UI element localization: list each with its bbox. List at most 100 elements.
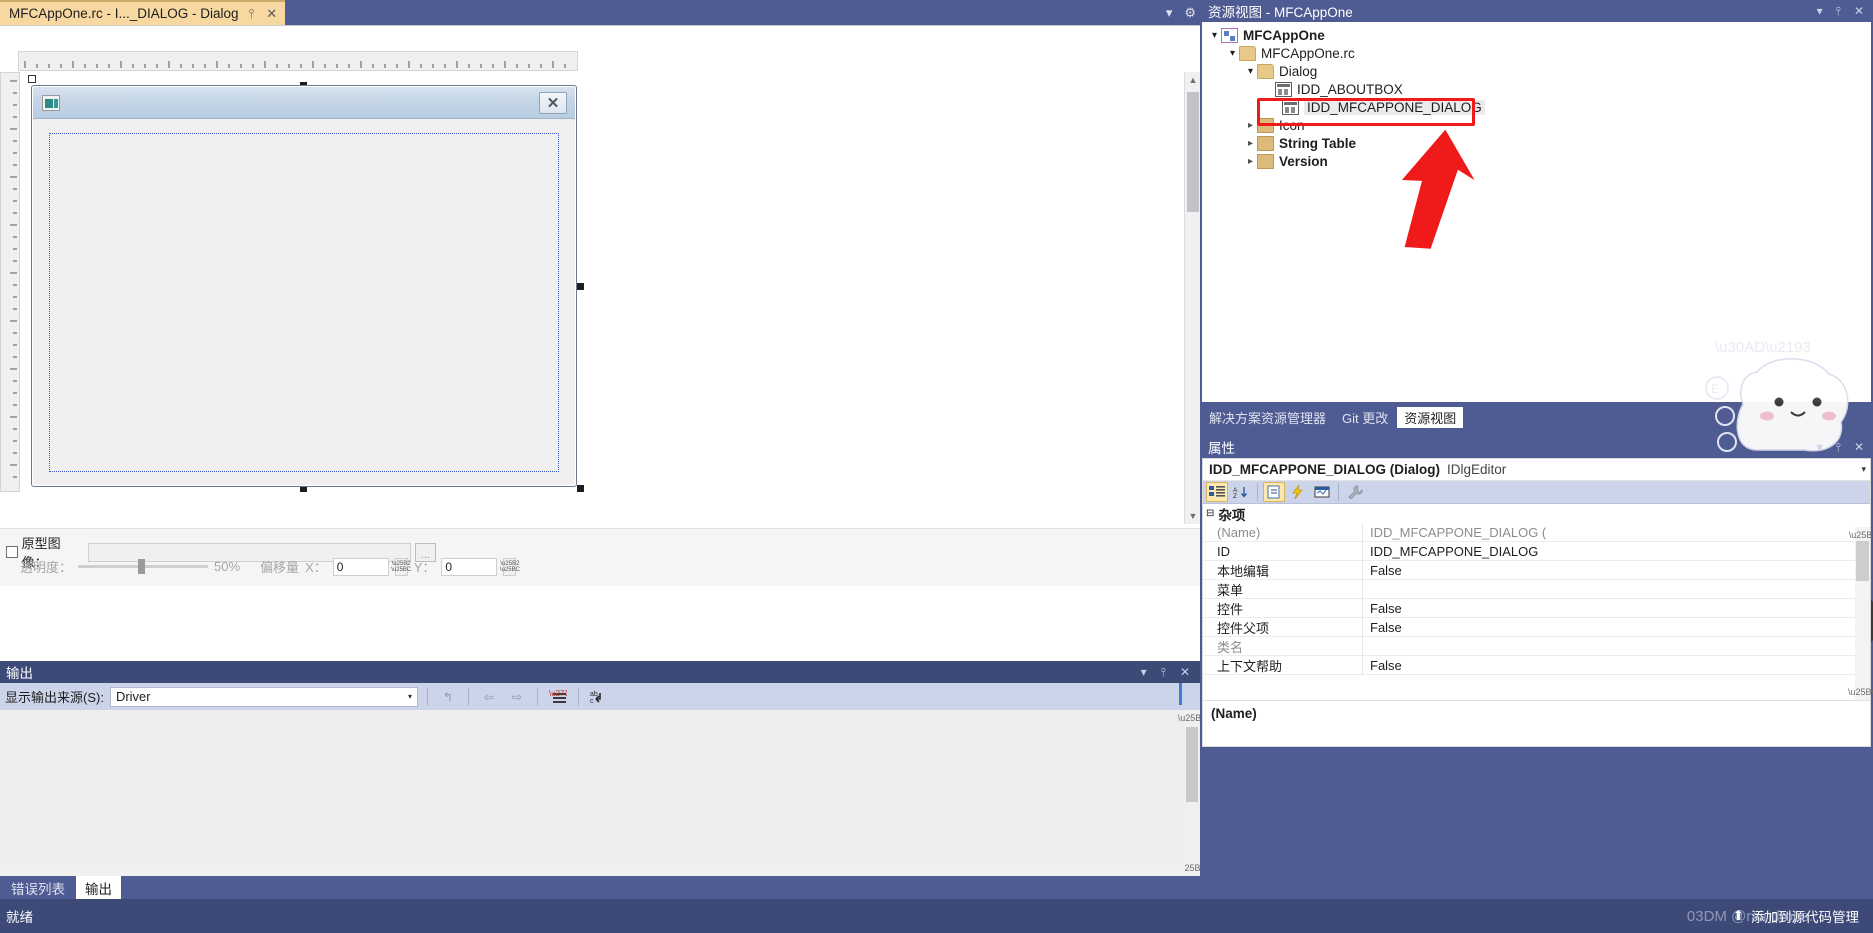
properties-object-selector[interactable]: IDD_MFCAPPONE_DIALOG (Dialog) IDlgEditor… (1203, 459, 1870, 481)
tab-output[interactable]: 输出 (76, 876, 121, 899)
property-row-context-help[interactable]: 上下文帮助 False (1203, 655, 1870, 675)
resource-view-close-icon[interactable]: ✕ (1854, 4, 1864, 18)
tree-node-idd-aboutbox[interactable]: IDD_ABOUTBOX (1202, 80, 1871, 98)
output-close-icon[interactable]: ✕ (1180, 665, 1190, 679)
output-pin-icon[interactable]: ⫯ (1161, 665, 1166, 680)
output-dropdown-icon[interactable]: ▾ (1141, 665, 1147, 679)
output-scroll-down-arrow[interactable]: \u25BC (1177, 860, 1207, 876)
property-row-id[interactable]: ID IDD_MFCAPPONE_DIALOG (1203, 541, 1870, 561)
chevron-down-icon[interactable]: ▾ (408, 692, 415, 701)
scroll-up-arrow[interactable]: ▲ (1185, 72, 1201, 88)
property-value[interactable] (1363, 580, 1870, 599)
lightning-icon (1292, 485, 1303, 499)
property-value[interactable]: False (1363, 618, 1870, 637)
output-scrollbar-thumb[interactable] (1186, 727, 1198, 802)
tree-node-mfcappone-rc[interactable]: MFCAppOne.rc (1202, 44, 1871, 62)
resize-handle-middleright[interactable] (577, 283, 584, 290)
property-row-name[interactable]: (Name) IDD_MFCAPPONE_DIALOG ( (1203, 522, 1870, 542)
toggle-word-wrap-icon[interactable]: ab c (588, 686, 610, 707)
resize-handle-bottomright[interactable] (577, 485, 584, 492)
twisty-expanded-icon[interactable] (1226, 48, 1239, 59)
tabstrip-dropdown-icon[interactable]: ▾ (1166, 5, 1173, 21)
properties-category-misc[interactable]: ⊟ 杂项 (1203, 504, 1870, 523)
tree-node-idd-mfcappone-dialog[interactable]: IDD_MFCAPPONE_DIALOG (1202, 98, 1871, 116)
property-value[interactable]: False (1363, 561, 1870, 580)
property-row-local-edit[interactable]: 本地编辑 False (1203, 560, 1870, 580)
dialog-preview[interactable]: ✕ (31, 85, 577, 487)
property-pages-button[interactable] (1344, 482, 1366, 502)
twisty-collapsed-icon[interactable] (1244, 138, 1257, 149)
design-surface[interactable]: ✕ (28, 73, 1178, 523)
output-vertical-scrollbar[interactable]: \u25B2 \u25BC (1177, 710, 1207, 876)
tree-node-string-table[interactable]: String Table (1202, 134, 1871, 152)
property-value[interactable]: IDD_MFCAPPONE_DIALOG (1363, 542, 1870, 561)
tab-git-changes[interactable]: Git 更改 (1335, 407, 1395, 428)
tab-pin-icon[interactable]: ⫯ (247, 6, 257, 22)
property-value[interactable]: False (1363, 656, 1870, 675)
twisty-expanded-icon[interactable] (1208, 30, 1221, 41)
output-source-combobox[interactable]: Driver ▾ (109, 686, 418, 707)
go-to-message-icon[interactable]: ↰ (437, 686, 459, 707)
property-row-control-parent[interactable]: 控件父项 False (1203, 617, 1870, 637)
properties-panel[interactable]: IDD_MFCAPPONE_DIALOG (Dialog) IDlgEditor… (1202, 458, 1873, 747)
output-scroll-up-arrow[interactable]: \u25B2 (1178, 710, 1207, 726)
scroll-down-arrow[interactable]: ▼ (1185, 508, 1201, 524)
properties-dropdown-icon[interactable]: ▾ (1817, 440, 1823, 454)
tab-resource-view[interactable]: 资源视图 (1397, 406, 1464, 428)
output-text-area[interactable]: \u25B2 \u25BC (0, 710, 1207, 876)
offset-x-input[interactable]: 0 (332, 557, 389, 576)
prototype-image-checkbox[interactable] (6, 546, 18, 558)
dialog-close-button[interactable]: ✕ (539, 92, 567, 114)
property-value[interactable]: IDD_MFCAPPONE_DIALOG ( (1363, 523, 1870, 542)
resource-view-dropdown-icon[interactable]: ▾ (1817, 4, 1823, 18)
dialog-client-area[interactable] (33, 119, 575, 485)
scrollbar-thumb[interactable] (1187, 92, 1199, 212)
resource-view-title: 资源视图 - MFCAppOne (1208, 5, 1353, 20)
events-button[interactable] (1287, 482, 1309, 502)
properties-close-icon[interactable]: ✕ (1854, 440, 1864, 454)
properties-page-button[interactable] (1263, 482, 1285, 502)
tab-solution-explorer[interactable]: 解决方案资源管理器 (1202, 407, 1333, 428)
offset-y-input[interactable]: 0 (441, 557, 498, 576)
messages-button[interactable] (1311, 482, 1333, 502)
chevron-down-icon[interactable]: ▾ (1861, 464, 1866, 475)
property-row-control[interactable]: 控件 False (1203, 598, 1870, 618)
tree-node-version[interactable]: Version (1202, 152, 1871, 170)
tree-node-icon-folder[interactable]: Icon (1202, 116, 1871, 134)
designer-vertical-scrollbar[interactable]: ▲ ▼ (1184, 72, 1200, 524)
dialog-designer-canvas[interactable]: ✕ ▲ ▼ 原型图像： ... 透明度： 50% 偏移量 X： 0 \u25B2… (0, 25, 1200, 661)
properties-pin-icon[interactable]: ⫯ (1836, 440, 1841, 455)
twisty-collapsed-icon[interactable] (1244, 156, 1257, 167)
properties-vertical-scrollbar[interactable]: \u25B2 \u25BC (1848, 527, 1873, 700)
document-tab-dialog[interactable]: MFCAppOne.rc - I..._DIALOG - Dialog ⫯ ✕ (0, 0, 286, 25)
clear-all-icon[interactable]: \u2715 (547, 686, 569, 707)
property-value[interactable]: False (1363, 599, 1870, 618)
offset-y-stepper[interactable]: \u25B2 \u25BC (500, 557, 520, 576)
previous-message-icon[interactable]: ⇦ (478, 686, 500, 707)
resize-handle-topleft[interactable] (28, 75, 36, 83)
tabstrip-settings-icon[interactable]: ⚙ (1184, 5, 1196, 21)
twisty-collapsed-icon[interactable] (1244, 120, 1257, 131)
alphabetical-button[interactable]: A Z (1230, 482, 1252, 502)
next-message-icon[interactable]: ⇨ (506, 686, 528, 707)
tab-close-icon[interactable]: ✕ (264, 6, 279, 22)
categorized-button[interactable] (1206, 482, 1228, 502)
offset-x-stepper[interactable]: \u25B2 \u25BC (391, 557, 411, 576)
tree-node-dialog-folder[interactable]: Dialog (1202, 62, 1871, 80)
property-row-menu[interactable]: 菜单 (1203, 579, 1870, 599)
resource-tree[interactable]: MFCAppOne MFCAppOne.rc Dialog IDD_ABOUTB… (1202, 22, 1871, 402)
category-expander-icon[interactable]: ⊟ (1206, 508, 1214, 519)
properties-scrollbar-thumb[interactable] (1856, 541, 1869, 581)
properties-toolbar: A Z (1203, 481, 1870, 504)
transparency-slider[interactable] (78, 559, 209, 574)
resource-view-pin-icon[interactable]: ⫯ (1836, 4, 1841, 19)
transparency-slider-knob[interactable] (138, 559, 146, 574)
output-horizontal-scrollbar[interactable] (0, 862, 1184, 876)
properties-scroll-down-arrow[interactable]: \u25BC (1848, 684, 1873, 700)
property-row-class-name[interactable]: 类名 (1203, 636, 1870, 656)
dialog-preview-wrapper[interactable]: ✕ (28, 75, 584, 492)
property-value[interactable] (1363, 637, 1870, 656)
tab-error-list[interactable]: 错误列表 (2, 876, 74, 899)
tree-node-mfcappone[interactable]: MFCAppOne (1202, 26, 1871, 44)
twisty-expanded-icon[interactable] (1244, 66, 1257, 77)
